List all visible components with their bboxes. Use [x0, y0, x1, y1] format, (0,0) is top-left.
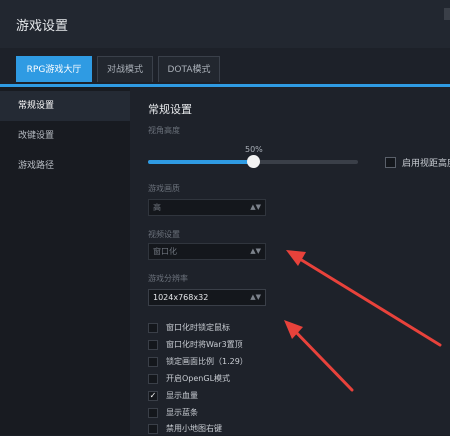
- resolution-label: 游戏分辨率: [148, 274, 188, 283]
- tab-battle-mode[interactable]: 对战模式: [97, 56, 153, 82]
- checkbox[interactable]: [148, 357, 158, 367]
- display-mode-select[interactable]: 窗口化 ▲▼: [148, 243, 266, 260]
- enable-view-height-label: 启用视距高度: [402, 159, 450, 169]
- sidebar-item-general[interactable]: 常规设置: [0, 91, 130, 121]
- quality-label: 游戏画质: [148, 184, 180, 193]
- quality-select[interactable]: 高 ▲▼: [148, 199, 266, 216]
- sidebar-item-keybinds[interactable]: 改键设置: [0, 121, 130, 151]
- sidebar: 常规设置 改键设置 游戏路径: [0, 87, 130, 435]
- tab-dota-mode[interactable]: DOTA模式: [158, 56, 220, 82]
- window-control[interactable]: [444, 8, 450, 20]
- tab-rpg-lobby[interactable]: RPG游戏大厅: [16, 56, 92, 82]
- checkbox[interactable]: [148, 424, 158, 434]
- updown-icon: ▲▼: [250, 293, 261, 301]
- option-label: 显示蓝条: [166, 408, 198, 417]
- resolution-value: 1024x768x32: [153, 293, 209, 302]
- option-label: 窗口化时将War3置顶: [166, 340, 243, 349]
- checkbox[interactable]: [148, 323, 158, 333]
- tab-bar: RPG游戏大厅 对战模式 DOTA模式: [0, 48, 450, 87]
- sidebar-item-game-path[interactable]: 游戏路径: [0, 151, 130, 181]
- display-mode-value: 窗口化: [153, 247, 177, 256]
- checkbox[interactable]: [148, 408, 158, 418]
- section-title: 常规设置: [148, 103, 192, 116]
- slider-fill: [148, 160, 253, 164]
- option-label: 禁用小地图右键: [166, 424, 222, 433]
- option-label: 显示血量: [166, 391, 198, 400]
- checkbox[interactable]: [148, 374, 158, 384]
- checkmark-icon[interactable]: ✓: [148, 391, 158, 401]
- brightness-label: 视角高度: [148, 126, 180, 135]
- settings-panel: 常规设置 视角高度 50% 启用视距高度 游戏画质 高 ▲▼ 视频设置 窗口化 …: [130, 87, 450, 435]
- slider-handle[interactable]: [247, 155, 260, 168]
- window-title: 游戏设置: [16, 19, 69, 34]
- checkbox[interactable]: [148, 340, 158, 350]
- settings-window: 游戏设置 RPG游戏大厅 对战模式 DOTA模式 常规设置 改键设置 游戏路径 …: [0, 0, 450, 435]
- display-label: 视频设置: [148, 230, 180, 239]
- enable-view-height-checkbox[interactable]: [385, 157, 396, 168]
- brightness-value: 50%: [245, 145, 263, 154]
- resolution-select[interactable]: 1024x768x32 ▲▼: [148, 289, 266, 306]
- brightness-slider[interactable]: [148, 155, 358, 168]
- title-bar: 游戏设置: [0, 0, 450, 48]
- updown-icon: ▲▼: [250, 203, 261, 211]
- option-label: 窗口化时锁定鼠标: [166, 323, 230, 332]
- option-label: 锁定画面比例（1.29）: [166, 357, 248, 366]
- updown-icon: ▲▼: [250, 247, 261, 255]
- option-label: 开启OpenGL模式: [166, 374, 231, 383]
- quality-value: 高: [153, 203, 161, 212]
